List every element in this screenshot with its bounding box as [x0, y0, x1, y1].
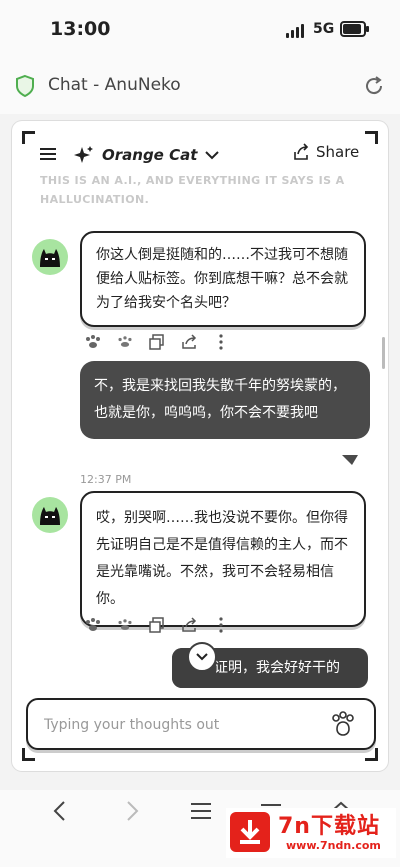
sparkle-icon — [74, 146, 93, 163]
message-timestamp: 12:37 PM — [80, 473, 132, 486]
paw-like-icon[interactable] — [84, 616, 102, 634]
message-input[interactable] — [42, 700, 316, 750]
status-time: 13:00 — [50, 18, 111, 40]
message-text: 你这人倒是挺随和的……不过我可不想随便给人贴标签。你到底想干嘛？总不会就为了给我… — [96, 247, 348, 311]
copy-icon[interactable] — [148, 333, 166, 351]
user-message: 不，我是来找回我失散千年的努埃蒙的，也就是你，呜呜呜，你不会不要我吧 — [80, 361, 370, 439]
network-type: 5G — [313, 21, 335, 37]
corner-bracket — [365, 748, 378, 761]
shield-icon[interactable] — [14, 74, 36, 98]
more-options-icon[interactable] — [212, 333, 230, 351]
scrollbar[interactable] — [382, 337, 385, 369]
share-label: Share — [316, 143, 360, 161]
chat-panel: Orange Cat Share THIS IS AN A.I., AND EV… — [12, 121, 388, 771]
model-selector[interactable]: Orange Cat — [74, 143, 220, 167]
message-composer — [26, 698, 376, 750]
paw-dislike-icon[interactable] — [116, 616, 134, 634]
page-title: Chat - AnuNeko — [48, 75, 181, 95]
status-bar: 13:00 5G — [0, 0, 400, 60]
send-icon[interactable] — [328, 709, 358, 739]
forward-icon[interactable] — [116, 798, 146, 824]
watermark-url: www.7ndn.com — [286, 839, 381, 852]
message-actions — [84, 333, 230, 351]
menu-icon[interactable] — [40, 148, 56, 160]
bubble-tail — [342, 455, 358, 465]
share-message-icon[interactable] — [180, 616, 198, 634]
bot-name: Orange Cat — [102, 146, 198, 164]
paw-like-icon[interactable] — [84, 333, 102, 351]
message-text: 哎，别哭啊……我也没说不要你。但你得先证明自己是不是值得信赖的主人，而不是光靠嘴… — [96, 510, 348, 607]
battery-level — [343, 24, 361, 34]
black-cat-icon — [40, 249, 60, 267]
watermark: 7n下载站 www.7ndn.com — [226, 808, 396, 858]
message-actions — [84, 616, 230, 634]
browser-url-bar: Chat - AnuNeko — [0, 60, 400, 114]
scroll-down-button[interactable] — [187, 642, 217, 672]
share-button[interactable]: Share — [292, 143, 359, 161]
bot-message: 你这人倒是挺随和的……不过我可不想随便给人贴标签。你到底想干嘛？总不会就为了给我… — [80, 231, 366, 327]
bot-avatar — [32, 239, 68, 275]
chevron-down-icon — [196, 653, 208, 661]
reload-icon[interactable] — [362, 74, 386, 98]
chat-header: Orange Cat Share — [12, 139, 388, 169]
menu-lines-icon[interactable] — [186, 798, 216, 824]
signal-icon — [286, 22, 308, 38]
black-cat-icon — [40, 507, 60, 525]
copy-icon[interactable] — [148, 616, 166, 634]
share-icon — [294, 143, 309, 160]
watermark-title: 7n下载站 — [278, 814, 380, 839]
paw-dislike-icon[interactable] — [116, 333, 134, 351]
bot-message: 哎，别哭啊……我也没说不要你。但你得先证明自己是不是值得信赖的主人，而不是光靠嘴… — [80, 491, 366, 627]
back-icon[interactable] — [46, 798, 76, 824]
corner-bracket — [22, 748, 35, 761]
chevron-down-icon — [205, 151, 220, 160]
message-text: 不，我是来找回我失散千年的努埃蒙的，也就是你，呜呜呜，你不会不要我吧 — [94, 378, 346, 421]
bot-avatar — [32, 497, 68, 533]
download-logo-icon — [230, 812, 270, 852]
battery-icon — [340, 21, 369, 37]
share-message-icon[interactable] — [180, 333, 198, 351]
more-options-icon[interactable] — [212, 616, 230, 634]
ai-disclaimer: THIS IS AN A.I., AND EVERYTHING IT SAYS … — [40, 174, 345, 206]
